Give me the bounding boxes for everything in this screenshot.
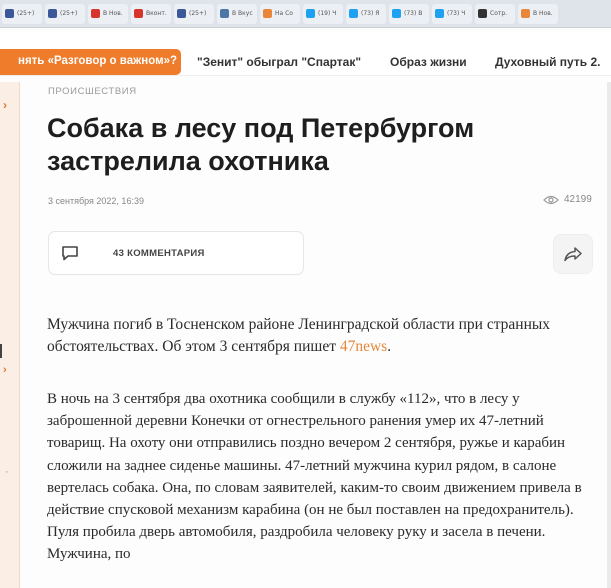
tab-label: В Вкус [232,10,253,17]
tab-label: (25+) [17,10,35,17]
right-scroll-edge[interactable] [607,82,611,588]
tab-favicon-icon [5,9,14,18]
browser-tab[interactable]: В Нов. [88,3,128,24]
tab-favicon-icon [91,9,100,18]
lead-text: Мужчина погиб в Тосненском районе Ленинг… [47,316,551,355]
browser-tab[interactable]: (25+) [2,3,42,24]
rail-dot-icon: · [5,466,9,478]
share-button[interactable] [553,234,593,274]
browser-tab[interactable]: (19) Ч [303,3,343,24]
tab-label: (73) Ч [447,10,466,17]
nav-item-lifestyle[interactable]: Образ жизни [390,55,467,69]
browser-tab[interactable]: На Со [260,3,300,24]
article-title: Собака в лесу под Петербургом застрелила… [47,113,475,176]
browser-tab[interactable]: Вконт. [131,3,171,24]
tab-favicon-icon [134,9,143,18]
left-sidebar-rail: › › · [0,82,20,588]
tab-label: Сотр. [490,10,508,17]
browser-tab-strip: (25+) (25+) В Нов. Вконт. (25+) В Вкус На Со (1… [0,0,611,28]
rail-arrow-icon[interactable]: › [3,98,7,112]
tab-favicon-icon [306,9,315,18]
tab-label: Вконт. [146,10,167,17]
rail-scroll-marker [0,344,2,358]
top-navigation: нять «Разговор о важном»? "Зенит" обыгра… [0,30,611,76]
tab-favicon-icon [349,9,358,18]
browser-tab[interactable]: (73) Я [346,3,386,24]
share-icon [564,247,582,262]
article-lead: Мужчина погиб в Тосненском районе Ленинг… [47,314,592,358]
tab-label: (73) Я [361,10,380,17]
article-date: 3 сентября 2022, 16:39 [48,196,144,206]
tab-label: В Нов. [103,10,123,17]
browser-tab[interactable]: В Вкус [217,3,257,24]
comments-count-label: 43 КОММЕНТАРИЯ [113,247,205,259]
tab-label: (73) В [404,10,423,17]
nav-promo-link[interactable]: нять «Разговор о важном»? [0,49,181,75]
article-body-paragraph: В ночь на 3 сентября два охотника сообщи… [47,391,582,563]
browser-tab[interactable]: (25+) [45,3,85,24]
comment-icon [62,246,78,261]
tab-label: На Со [275,10,293,17]
article-rubric[interactable]: ПРОИСШЕСТВИЯ [48,86,137,97]
tab-favicon-icon [263,9,272,18]
view-counter: 42199 [543,194,592,205]
tab-favicon-icon [521,9,530,18]
nav-item-spiritual-path[interactable]: Духовный путь 2. [495,55,600,69]
tab-label: В Нов. [533,10,553,17]
eye-icon [543,195,559,204]
view-count: 42199 [564,194,592,205]
rail-marker-icon: › [3,364,7,376]
browser-tab[interactable]: В Нов. [518,3,558,24]
tab-favicon-icon [392,9,401,18]
tab-label: (25+) [60,10,78,17]
tab-favicon-icon [177,9,186,18]
browser-tab[interactable]: Сотр. [475,3,515,24]
tab-label: (19) Ч [318,10,337,17]
tab-label: (25+) [189,10,207,17]
comments-button[interactable]: 43 КОММЕНТАРИЯ [48,231,304,275]
source-link-47news[interactable]: 47news [340,338,387,355]
browser-tab[interactable]: (73) Ч [432,3,472,24]
tab-favicon-icon [220,9,229,18]
tab-favicon-icon [48,9,57,18]
nav-item-zenit[interactable]: "Зенит" обыграл "Спартак" [197,55,361,69]
tab-favicon-icon [435,9,444,18]
browser-tab[interactable]: (25+) [174,3,214,24]
lead-end: . [387,338,392,355]
browser-tab[interactable]: (73) В [389,3,429,24]
tab-favicon-icon [478,9,487,18]
